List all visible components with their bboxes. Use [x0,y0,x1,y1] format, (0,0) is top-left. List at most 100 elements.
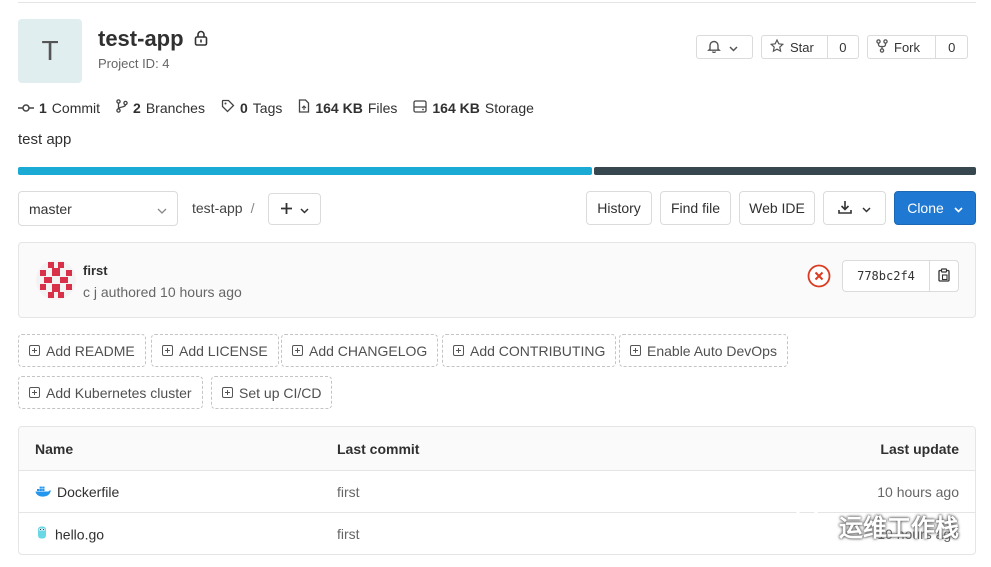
breadcrumb: test-app / [192,200,254,216]
commit-sha[interactable]: 778bc2f4 [843,261,929,291]
storage-size: 164 KB [432,99,480,116]
button-label: Set up CI/CD [239,384,322,401]
column-header-last-commit: Last commit [337,440,420,457]
add-readme-button[interactable]: Add README [18,334,146,367]
file-name-cell[interactable]: hello.go [35,525,104,544]
project-stats: 1 Commit 2 Branches 0 Tags 164 KB Files … [18,99,534,116]
add-contributing-button[interactable]: Add CONTRIBUTING [442,334,617,367]
stat-branches[interactable]: 2 Branches [116,99,205,116]
storage-label: Storage [484,99,534,116]
web-ide-button[interactable]: Web IDE [739,191,815,225]
lock-icon [194,26,208,52]
files-size: 164 KB [315,99,363,116]
star-label: Star [790,39,814,55]
avatar[interactable] [36,260,76,300]
chevron-down-icon [954,200,963,216]
fork-label: Fork [894,39,920,55]
star-button[interactable]: Star [762,36,827,58]
chevron-down-icon [862,200,871,216]
breadcrumb-separator: / [250,200,255,216]
branches-label: Branches [145,99,205,116]
plus-square-icon [29,345,40,356]
find-file-button[interactable]: Find file [660,191,731,225]
fork-button-group: Fork 0 [867,35,968,59]
plus-square-icon [630,345,641,356]
files-label: Files [367,99,398,116]
commit-meta: c j authored 10 hours ago [83,284,242,300]
stat-commits[interactable]: 1 Commit [18,99,100,116]
commit-sha-group: 778bc2f4 [842,260,959,292]
button-label: Add CHANGELOG [309,342,428,359]
download-dropdown[interactable] [823,191,886,225]
add-changelog-button[interactable]: Add CHANGELOG [281,334,439,367]
file-name: Dockerfile [57,483,120,500]
tags-count: 0 [239,99,248,116]
history-button[interactable]: History [586,191,652,225]
repository-language-bar[interactable] [18,167,976,175]
wechat-icon [793,507,831,544]
clipboard-icon [938,267,950,285]
setup-cicd-button[interactable]: Set up CI/CD [211,376,333,409]
stat-tags[interactable]: 0 Tags [221,99,282,116]
button-label: Add LICENSE [179,342,268,359]
plus-square-icon [292,345,303,356]
branch-icon [116,99,128,116]
file-last-update: 10 hours ago [877,483,959,500]
commits-count: 1 [39,99,47,116]
plus-square-icon [29,387,40,398]
file-last-commit[interactable]: first [337,526,360,542]
chevron-down-icon [157,201,167,217]
enable-auto-devops-button[interactable]: Enable Auto DevOps [619,334,788,367]
branches-count: 2 [133,99,141,116]
star-icon [769,38,785,56]
branch-name: master [29,200,72,217]
bell-icon [707,39,721,56]
file-name-cell[interactable]: Dockerfile [35,484,119,500]
clone-label: Clone [907,200,944,216]
language-segment[interactable] [593,167,976,175]
fork-button[interactable]: Fork [868,36,935,58]
top-divider [18,2,976,3]
last-commit-panel: first c j authored 10 hours ago 778bc2f4 [18,242,976,318]
notification-dropdown[interactable] [696,35,753,59]
watermark-text: 运维工作栈 [839,515,959,542]
commit-icon [18,100,34,116]
project-description: test app [18,131,72,148]
breadcrumb-root[interactable]: test-app [192,200,243,216]
button-label: Add README [46,342,135,359]
project-title: test-app [98,26,208,52]
plus-icon [280,201,292,217]
commit-title[interactable]: first [83,263,108,278]
watermark: 运维工作栈 [793,507,959,544]
button-label: Add CONTRIBUTING [470,342,606,359]
go-icon [35,525,49,544]
column-header-last-update: Last update [880,440,959,457]
chevron-down-icon [299,201,309,217]
star-button-group: Star 0 [761,35,859,59]
file-last-commit[interactable]: first [337,484,360,500]
add-kubernetes-cluster-button[interactable]: Add Kubernetes cluster [18,376,203,409]
docker-icon [35,484,51,500]
stat-storage[interactable]: 164 KB Storage [413,99,534,116]
file-icon [298,99,310,116]
stat-files[interactable]: 164 KB Files [298,99,397,116]
chevron-down-icon [729,40,738,55]
language-segment[interactable] [18,167,592,175]
add-license-button[interactable]: Add LICENSE [151,334,279,367]
add-to-tree-dropdown[interactable] [268,193,321,225]
download-icon [838,200,852,217]
project-name[interactable]: test-app [98,26,184,52]
branch-switcher[interactable]: master [18,191,178,226]
project-avatar: T [18,19,82,83]
fork-count[interactable]: 0 [935,36,967,58]
file-name: hello.go [55,526,105,542]
fork-icon [876,38,888,56]
clone-dropdown[interactable]: Clone [894,191,976,225]
star-count[interactable]: 0 [826,36,858,58]
pipeline-failed-icon[interactable] [807,264,831,288]
table-header: Name Last commit Last update [19,427,975,471]
button-label: Enable Auto DevOps [647,342,777,359]
button-label: Add Kubernetes cluster [46,384,192,401]
copy-button[interactable] [929,261,958,291]
column-header-name: Name [35,440,74,457]
